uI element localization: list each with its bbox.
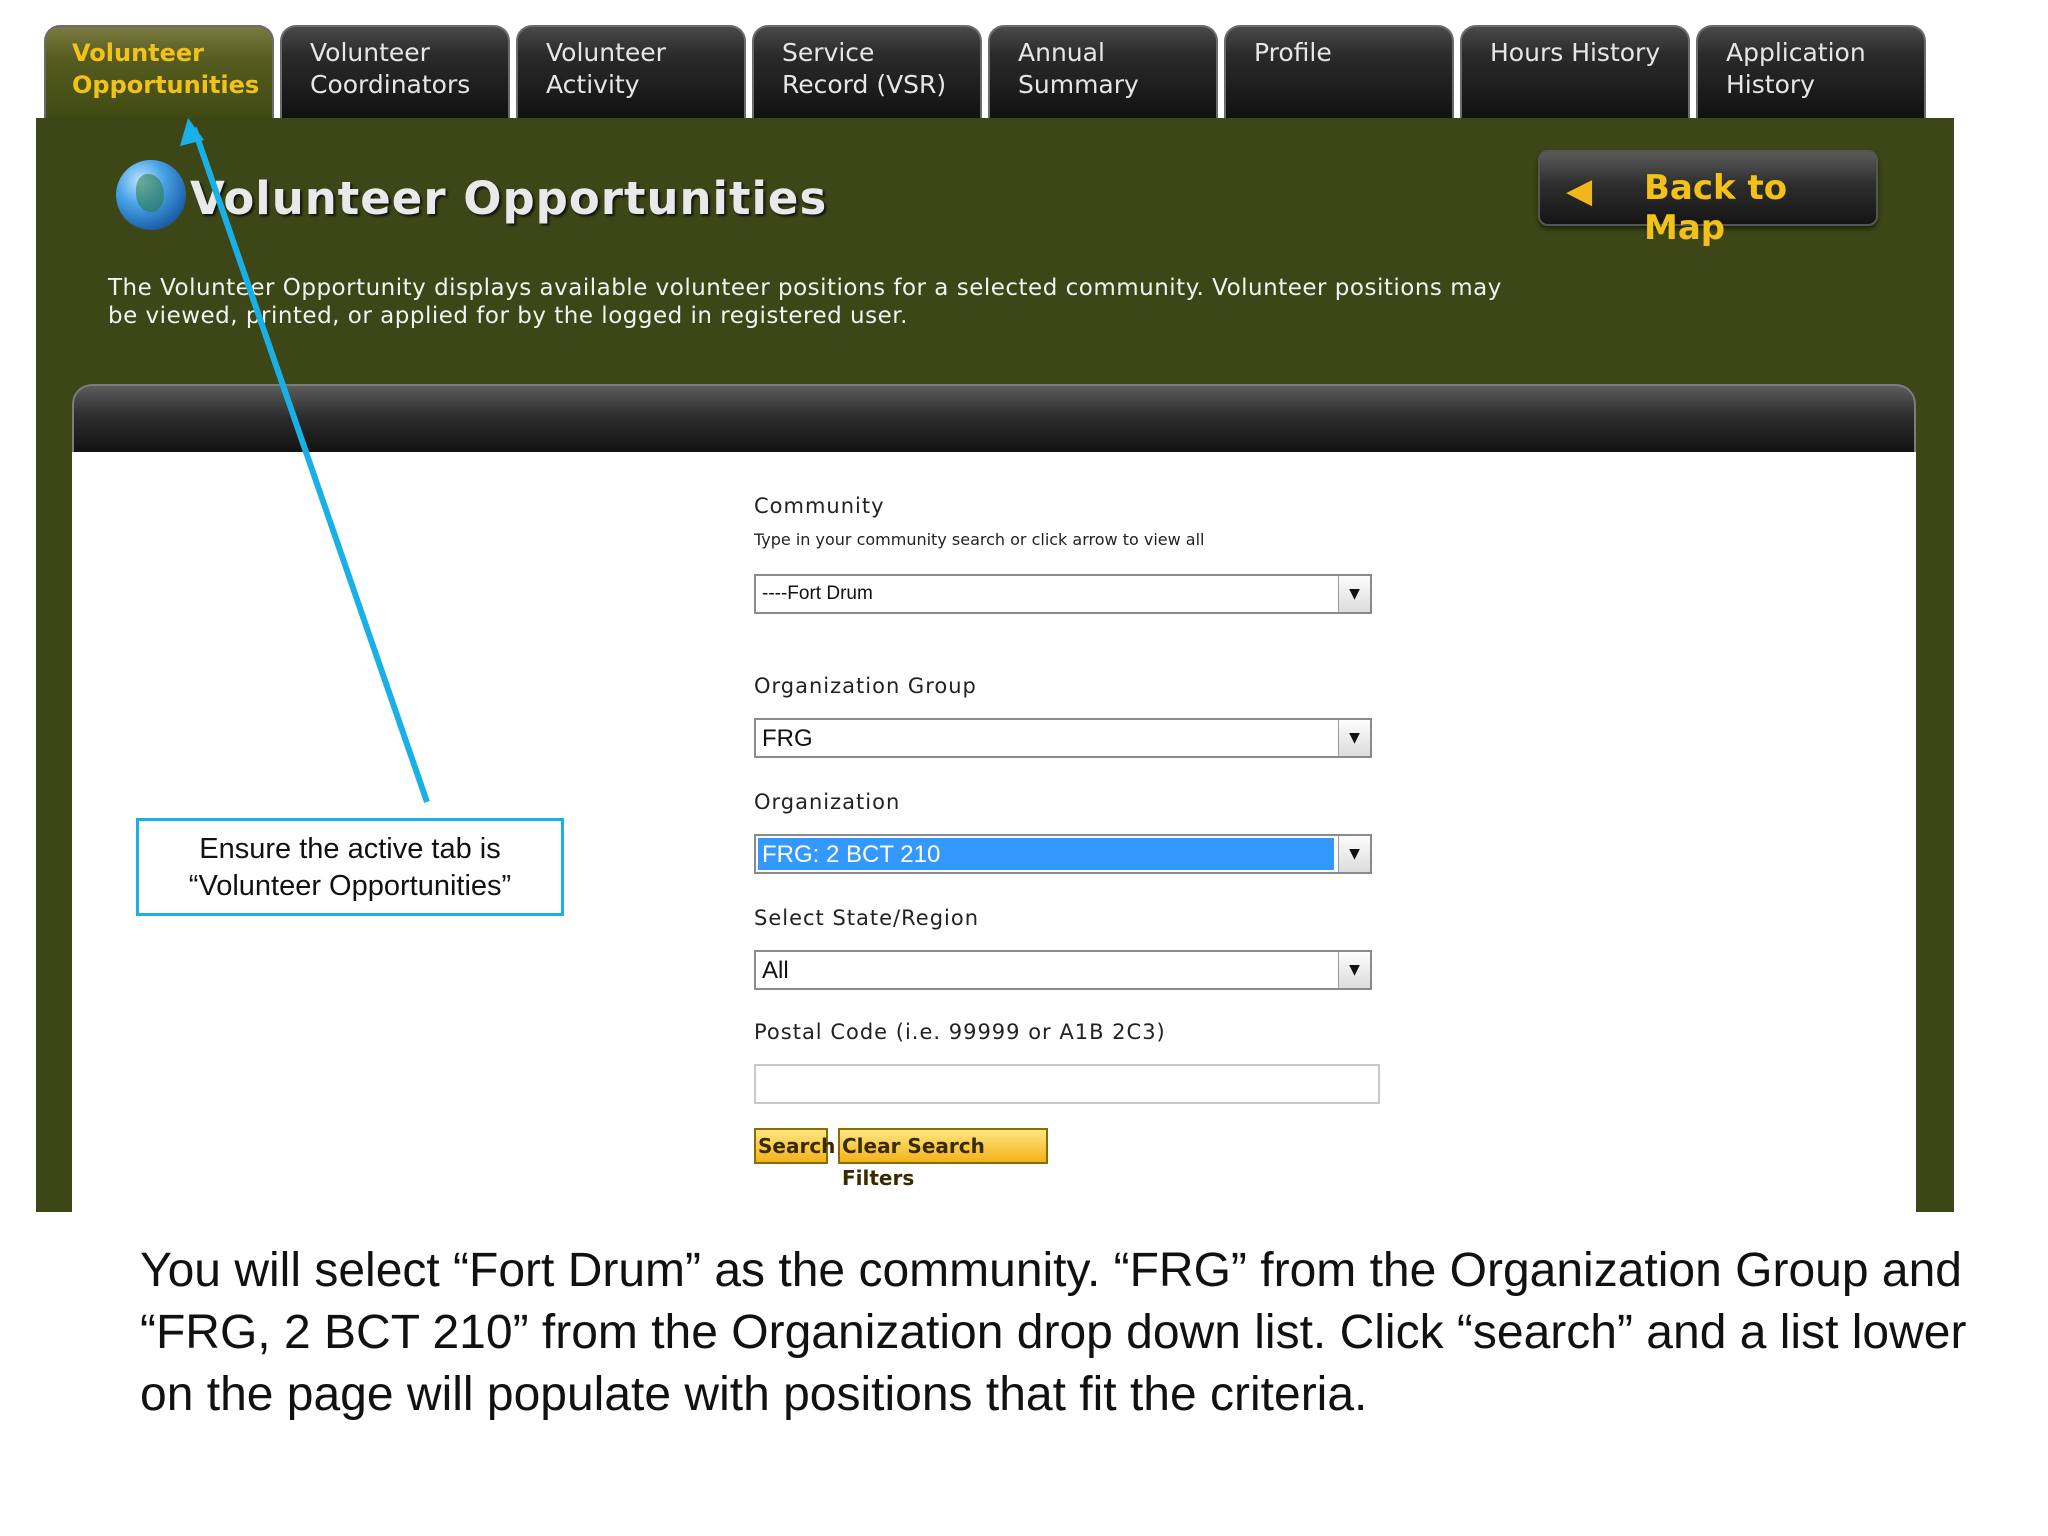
page-title: Volunteer Opportunities xyxy=(190,172,828,225)
chevron-down-icon[interactable]: ▼ xyxy=(1338,952,1370,988)
tab-hours-history[interactable]: Hours History xyxy=(1460,25,1690,118)
tab-volunteer-opportunities[interactable]: Volunteer Opportunities xyxy=(44,25,274,118)
community-hint: Type in your community search or click a… xyxy=(754,530,1205,549)
intro-text: The Volunteer Opportunity displays avail… xyxy=(108,275,1502,329)
state-value: All xyxy=(762,957,789,984)
organization-label: Organization xyxy=(754,790,901,814)
back-to-map-label: Back to Map xyxy=(1644,168,1788,248)
community-value: ----Fort Drum xyxy=(762,583,873,604)
arrow-left-icon: ◀ xyxy=(1566,171,1593,211)
org-group-select[interactable]: FRG ▼ xyxy=(754,718,1372,758)
organization-value: FRG: 2 BCT 210 xyxy=(762,841,941,868)
tab-annual-summary[interactable]: Annual Summary xyxy=(988,25,1218,118)
chevron-down-icon[interactable]: ▼ xyxy=(1338,836,1370,872)
organization-select[interactable]: FRG: 2 BCT 210 ▼ xyxy=(754,834,1372,874)
search-panel-header xyxy=(72,384,1916,454)
org-group-label: Organization Group xyxy=(754,674,977,698)
back-to-map-button[interactable]: ◀ Back to Map xyxy=(1538,150,1878,248)
clear-search-filters-button[interactable]: Clear Search Filters xyxy=(838,1128,1048,1190)
community-label: Community xyxy=(754,494,885,518)
annotation-callout: Ensure the active tab is “Volunteer Oppo… xyxy=(136,818,564,916)
state-select[interactable]: All ▼ xyxy=(754,950,1372,990)
chevron-down-icon[interactable]: ▼ xyxy=(1338,576,1370,612)
chevron-down-icon[interactable]: ▼ xyxy=(1338,720,1370,756)
search-button[interactable]: Search xyxy=(754,1128,835,1164)
tab-service-record[interactable]: Service Record (VSR) xyxy=(752,25,982,118)
postal-code-label: Postal Code (i.e. 99999 or A1B 2C3) xyxy=(754,1020,1166,1044)
org-group-value: FRG xyxy=(762,725,813,752)
tab-volunteer-activity[interactable]: Volunteer Activity xyxy=(516,25,746,118)
community-combobox[interactable]: ----Fort Drum ▼ xyxy=(754,574,1372,614)
tab-volunteer-coordinators[interactable]: Volunteer Coordinators xyxy=(280,25,510,118)
state-label: Select State/Region xyxy=(754,906,980,930)
postal-code-input[interactable] xyxy=(754,1064,1380,1104)
globe-icon xyxy=(116,160,186,230)
tab-profile[interactable]: Profile xyxy=(1224,25,1454,118)
instruction-caption: You will select “Fort Drum” as the commu… xyxy=(140,1244,1967,1421)
tab-bar: Volunteer Opportunities Volunteer Coordi… xyxy=(44,25,1930,118)
tab-application-history[interactable]: Application History xyxy=(1696,25,1926,118)
